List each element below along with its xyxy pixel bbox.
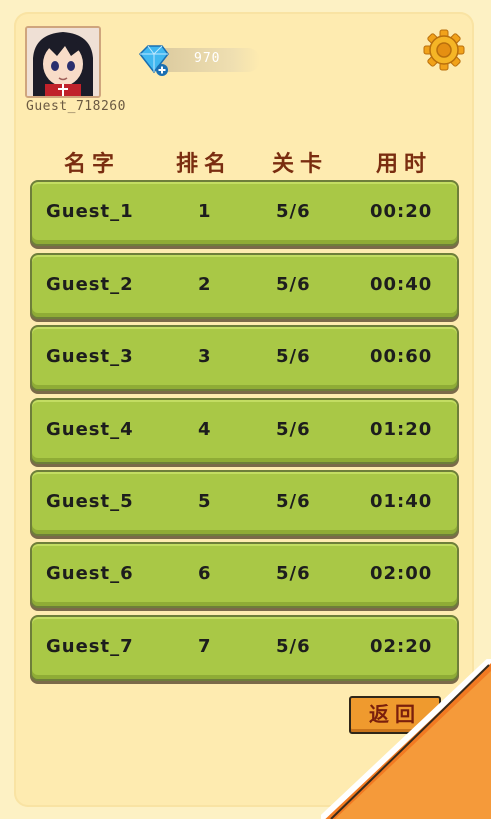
table-row[interactable]: Guest_3 3 5/6 00:60: [30, 325, 459, 391]
gem-add-button[interactable]: [136, 42, 172, 78]
row-name: Guest_2: [46, 274, 134, 295]
header-name: 名字: [64, 152, 121, 177]
row-time: 02:20: [370, 636, 433, 657]
player-avatar[interactable]: [25, 26, 101, 98]
row-level: 5/6: [276, 274, 311, 295]
gem-count: 970: [194, 51, 221, 66]
header-rank: 排名: [176, 152, 233, 177]
avatar-portrait-icon: [27, 28, 99, 96]
corner-decoration: [321, 659, 491, 819]
row-time: 00:60: [370, 346, 433, 367]
table-row[interactable]: Guest_5 5 5/6 01:40: [30, 470, 459, 536]
player-username: Guest_718260: [26, 99, 126, 114]
row-name: Guest_5: [46, 491, 134, 512]
row-level: 5/6: [276, 636, 311, 657]
row-time: 01:20: [370, 419, 433, 440]
table-header: 名字 排名 关卡 用时: [0, 146, 491, 177]
table-row[interactable]: Guest_1 1 5/6 00:20: [30, 180, 459, 246]
row-time: 02:00: [370, 563, 433, 584]
row-level: 5/6: [276, 563, 311, 584]
row-time: 00:20: [370, 201, 433, 222]
row-level: 5/6: [276, 419, 311, 440]
row-name: Guest_7: [46, 636, 134, 657]
header-level: 关卡: [272, 152, 329, 177]
row-rank: 6: [198, 563, 212, 584]
row-level: 5/6: [276, 201, 311, 222]
row-name: Guest_4: [46, 419, 134, 440]
row-time: 01:40: [370, 491, 433, 512]
table-row[interactable]: Guest_4 4 5/6 01:20: [30, 398, 459, 464]
table-row[interactable]: Guest_6 6 5/6 02:00: [30, 542, 459, 608]
row-level: 5/6: [276, 491, 311, 512]
settings-button[interactable]: [422, 28, 466, 72]
row-name: Guest_1: [46, 201, 134, 222]
row-time: 00:40: [370, 274, 433, 295]
row-level: 5/6: [276, 346, 311, 367]
row-rank: 7: [198, 636, 212, 657]
row-rank: 1: [198, 201, 212, 222]
row-rank: 2: [198, 274, 212, 295]
row-name: Guest_6: [46, 563, 134, 584]
header-time: 用时: [376, 152, 433, 177]
row-rank: 3: [198, 346, 212, 367]
row-name: Guest_3: [46, 346, 134, 367]
row-rank: 5: [198, 491, 212, 512]
gear-icon: [423, 29, 465, 71]
row-rank: 4: [198, 419, 212, 440]
table-row[interactable]: Guest_2 2 5/6 00:40: [30, 253, 459, 319]
diamond-gem-icon: [139, 45, 169, 76]
